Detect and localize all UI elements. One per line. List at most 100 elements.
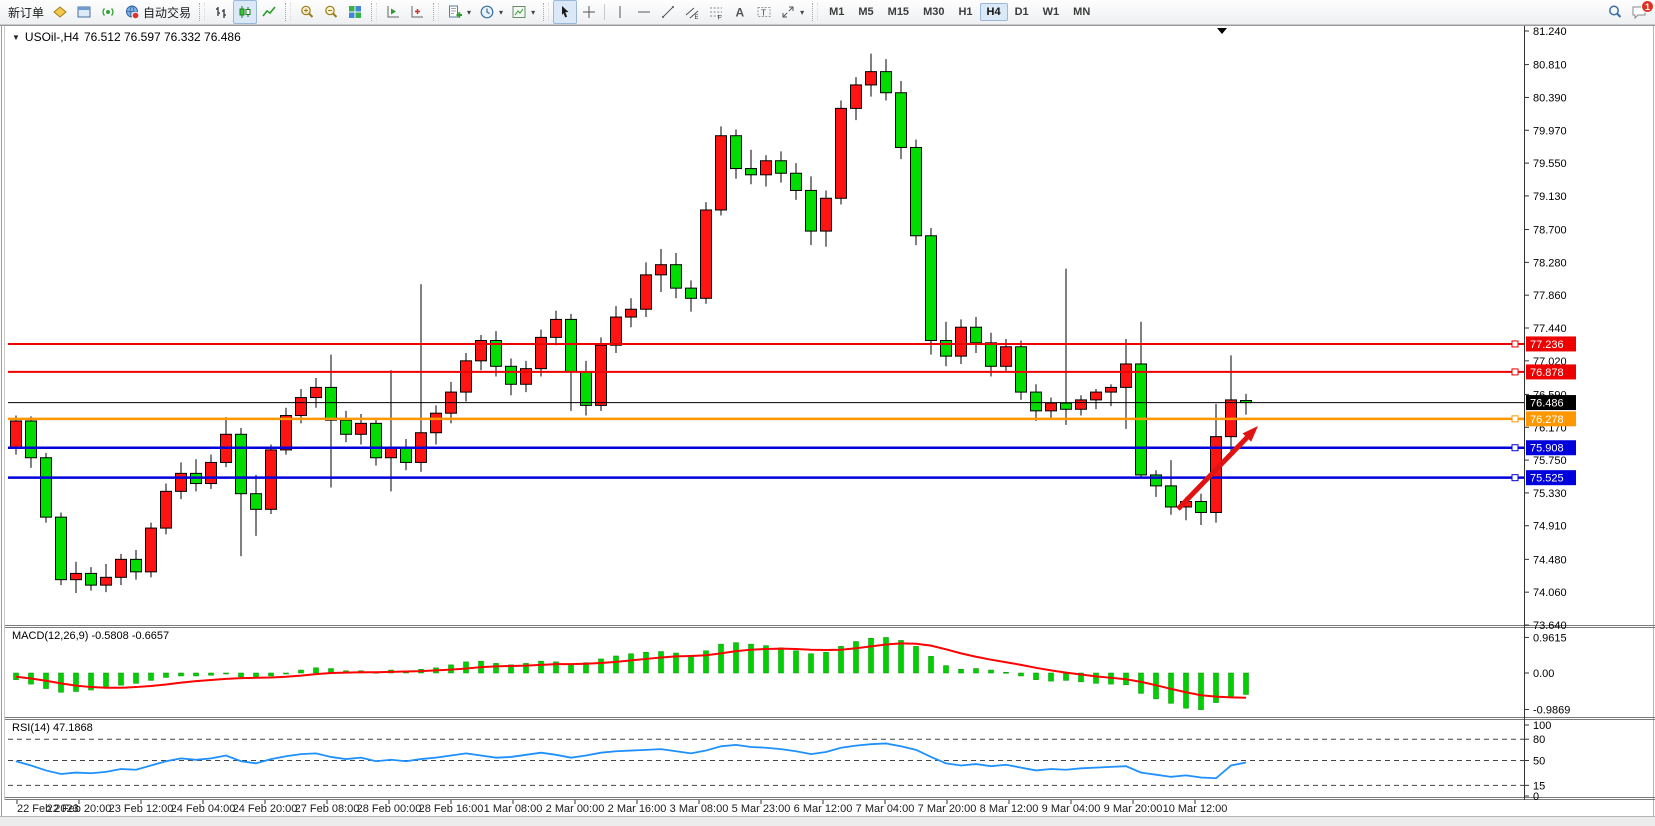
new-order-button[interactable]: 新订单 [4, 0, 48, 24]
date-axis-label: 6 Mar 12:00 [794, 803, 853, 815]
arrows-icon[interactable]: ▾ [776, 0, 808, 24]
svg-text:E: E [695, 15, 699, 20]
period-icon[interactable]: ▾ [475, 0, 507, 24]
candle-up [281, 416, 292, 450]
bar-chart-icon [213, 4, 229, 20]
price-tag: 76.278 [1530, 414, 1564, 426]
timeframe-button-w1[interactable]: W1 [1036, 3, 1067, 21]
candle-down [791, 173, 802, 190]
auto-trading-button-label: 自动交易 [143, 4, 191, 21]
hline-icon[interactable] [632, 0, 656, 24]
line-end-marker[interactable] [1512, 416, 1518, 422]
label-icon[interactable]: T [752, 0, 776, 24]
ticket-icon [52, 4, 68, 20]
candle-chart-icon[interactable] [233, 0, 257, 24]
svg-text:F: F [718, 15, 722, 21]
tile-windows-icon[interactable] [343, 0, 367, 24]
candle-down [911, 147, 922, 235]
template-icon[interactable]: ▾ [507, 0, 539, 24]
ticket-icon[interactable] [48, 0, 72, 24]
candle-up [956, 327, 967, 356]
candle-up [716, 136, 727, 210]
macd-histogram-bar [299, 670, 304, 673]
dropdown-caret-icon[interactable]: ▾ [467, 8, 471, 17]
add-chart-icon[interactable]: ▾ [443, 0, 475, 24]
rsi-axis-label: 0 [1533, 791, 1539, 803]
candle-down [881, 72, 892, 93]
chat-icon[interactable]: 1 [1627, 0, 1651, 24]
chart-menu-icon[interactable]: ▼ [12, 33, 20, 42]
macd-histogram-bar [689, 655, 694, 673]
timeframe-button-m15[interactable]: M15 [881, 3, 916, 21]
dropdown-caret-icon[interactable]: ▾ [531, 8, 535, 17]
signal-icon[interactable] [96, 0, 120, 24]
line-end-marker[interactable] [1512, 369, 1518, 375]
candle-down [971, 327, 982, 343]
zoom-out-icon[interactable] [319, 0, 343, 24]
dropdown-caret-icon[interactable]: ▾ [800, 8, 804, 17]
date-axis-label: 2 Mar 00:00 [546, 803, 605, 815]
candle-down [566, 319, 577, 371]
auto-trading-button[interactable]: 自动交易 [120, 0, 195, 24]
timeframe-button-h4[interactable]: H4 [980, 3, 1008, 21]
search-icon[interactable] [1603, 0, 1627, 24]
candle-up [536, 337, 547, 368]
chat-icon: 1 [1631, 4, 1647, 20]
candle-up [431, 413, 442, 433]
period-icon [479, 4, 495, 20]
line-end-marker[interactable] [1512, 475, 1518, 481]
macd-histogram-bar [494, 663, 499, 673]
line-chart-icon [261, 4, 277, 20]
macd-histogram-bar [599, 659, 604, 673]
cursor-icon[interactable] [553, 0, 577, 24]
dropdown-caret-icon[interactable]: ▾ [499, 8, 503, 17]
bar-chart-icon[interactable] [209, 0, 233, 24]
line-chart-icon[interactable] [257, 0, 281, 24]
text-icon[interactable]: A [728, 0, 752, 24]
macd-histogram-bar [1049, 673, 1054, 681]
crosshair-icon[interactable] [577, 0, 601, 24]
candle-up [116, 559, 127, 577]
date-axis-label: 1 Mar 08:00 [484, 803, 543, 815]
price-axis-label: 79.550 [1533, 158, 1567, 170]
timeframe-button-h1[interactable]: H1 [951, 3, 979, 21]
price-axis-label: 73.640 [1533, 620, 1567, 632]
vline-icon[interactable] [608, 0, 632, 24]
candle-down [686, 288, 697, 298]
chart-window-icon[interactable] [72, 0, 96, 24]
new-order-button-label: 新订单 [8, 4, 44, 21]
chart-title[interactable]: ▼ USOil-,H4 76.512 76.597 76.332 76.486 [12, 30, 241, 44]
date-axis-label: 10 Mar 12:00 [1163, 803, 1228, 815]
candle-up [11, 421, 22, 448]
macd-histogram-bar [134, 673, 139, 683]
trendline-icon[interactable] [656, 0, 680, 24]
timeframe-button-mn[interactable]: MN [1066, 3, 1097, 21]
candle-up [551, 319, 562, 337]
line-end-marker[interactable] [1512, 445, 1518, 451]
timeframe-button-m1[interactable]: M1 [822, 3, 851, 21]
date-axis-label: 3 Mar 08:00 [670, 803, 729, 815]
chart-shift-icon[interactable] [405, 0, 429, 24]
date-axis-label: 23 Feb 12:00 [109, 803, 174, 815]
macd-histogram-bar [1214, 673, 1219, 703]
macd-histogram-bar [824, 652, 829, 673]
timeframe-button-m30[interactable]: M30 [916, 3, 951, 21]
line-end-marker[interactable] [1512, 341, 1518, 347]
price-axis-label: 74.060 [1533, 587, 1567, 599]
fibonacci-icon[interactable]: F [704, 0, 728, 24]
candle-up [206, 462, 217, 483]
zoom-in-icon[interactable] [295, 0, 319, 24]
scroll-to-end-icon[interactable] [381, 0, 405, 24]
date-axis-label: 7 Mar 04:00 [856, 803, 915, 815]
timeframe-button-d1[interactable]: D1 [1008, 3, 1036, 21]
toolbar-separator [199, 3, 205, 21]
chart-canvas[interactable]: 81.24080.81080.39079.97079.55079.13078.7… [0, 0, 1655, 826]
date-axis-label: 7 Mar 20:00 [918, 803, 977, 815]
candle-up [71, 573, 82, 579]
timeframe-button-m5[interactable]: M5 [851, 3, 880, 21]
candle-down [341, 420, 352, 434]
macd-histogram-bar [809, 654, 814, 673]
candle-up [611, 317, 622, 345]
channel-icon[interactable]: E [680, 0, 704, 24]
date-axis-label: 9 Mar 20:00 [1104, 803, 1163, 815]
